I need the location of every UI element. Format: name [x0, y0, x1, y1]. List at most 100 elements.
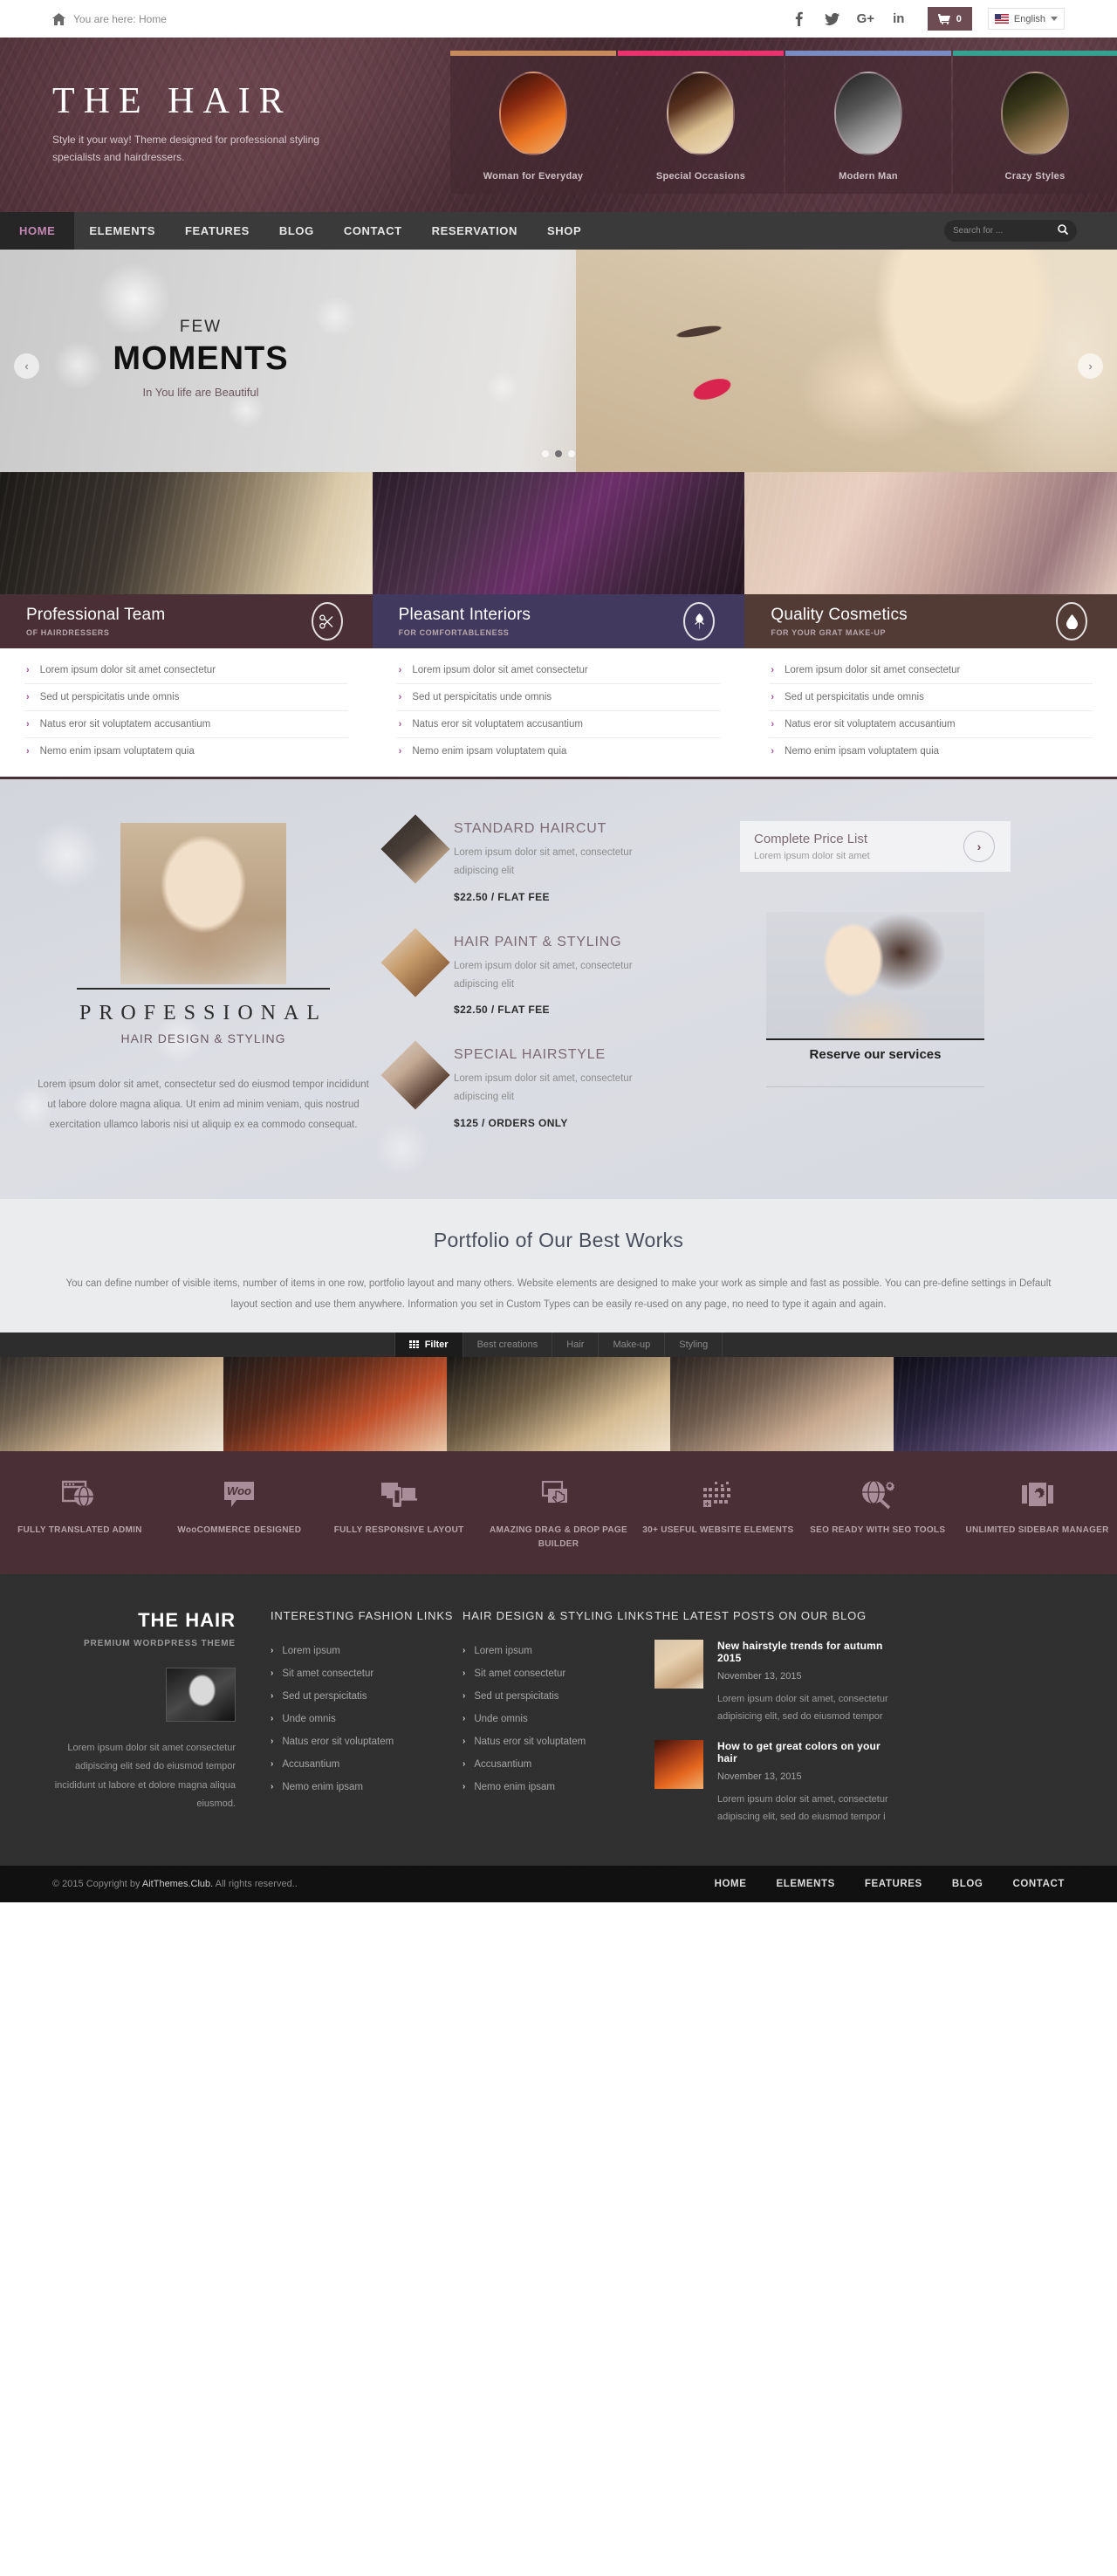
- portfolio-thumb[interactable]: [0, 1356, 223, 1451]
- search-icon[interactable]: [1058, 224, 1069, 237]
- chevron-right-icon: ›: [26, 692, 30, 702]
- footer-blog-post[interactable]: New hairstyle trends for autumn 2015 Nov…: [654, 1639, 899, 1726]
- post-title[interactable]: New hairstyle trends for autumn 2015: [717, 1640, 899, 1664]
- panel-image-interiors[interactable]: [372, 472, 745, 594]
- facebook-icon[interactable]: [783, 0, 816, 38]
- slider-dot-3[interactable]: [568, 450, 575, 457]
- footer-nav-elements[interactable]: ELEMENTS: [776, 1879, 834, 1889]
- search-input[interactable]: [953, 226, 1049, 236]
- price-side-column: Complete Price List Lorem ipsum dolor si…: [740, 802, 1011, 1161]
- twitter-icon[interactable]: [816, 0, 849, 38]
- filter-hair[interactable]: Hair: [552, 1332, 598, 1357]
- footer-nav-contact[interactable]: CONTACT: [1012, 1879, 1065, 1889]
- reserve-label[interactable]: Reserve our services: [740, 1047, 1011, 1062]
- footer-link[interactable]: › Sit amet consectetur: [463, 1662, 654, 1685]
- footer-link[interactable]: › Accusantium: [271, 1753, 463, 1776]
- footer-link[interactable]: › Lorem ipsum: [463, 1640, 654, 1662]
- filter-styling[interactable]: Styling: [664, 1332, 723, 1357]
- filter-make-up[interactable]: Make-up: [598, 1332, 664, 1357]
- footer-link[interactable]: › Sed ut perspicitatis: [463, 1685, 654, 1708]
- service-item-standard-haircut[interactable]: STANDARD HAIRCUT Lorem ipsum dolor sit a…: [380, 814, 740, 903]
- footer-link[interactable]: › Natus eror sit voluptatem: [463, 1730, 654, 1753]
- service-bar-subtitle: FOR YOUR GRAT MAKE-UP: [771, 628, 887, 637]
- service-bar-pleasant-interiors[interactable]: Pleasant Interiors FOR COMFORTABLENESS: [372, 594, 745, 648]
- complete-price-list-card[interactable]: Complete Price List Lorem ipsum dolor si…: [740, 821, 1011, 872]
- portfolio-thumb[interactable]: [894, 1356, 1117, 1451]
- list-item[interactable]: › Lorem ipsum dolor sit amet consectetur: [769, 657, 1093, 684]
- list-item[interactable]: › Natus eror sit voluptatem accusantium: [769, 711, 1093, 738]
- nav-item-reservation[interactable]: RESERVATION: [417, 212, 532, 250]
- list-item[interactable]: › Nemo enim ipsam voluptatem quia: [769, 738, 1093, 764]
- list-item[interactable]: › Nemo enim ipsam voluptatem quia: [397, 738, 721, 764]
- service-item-special-hairstyle[interactable]: SPECIAL HAIRSTYLE Lorem ipsum dolor sit …: [380, 1040, 740, 1129]
- feature-list-column-1: › Lorem ipsum dolor sit amet consectetur …: [0, 657, 373, 764]
- slider-dot-1[interactable]: [542, 450, 549, 457]
- category-card-special-occasions[interactable]: Special Occasions: [618, 51, 784, 194]
- footer-link-label: Natus eror sit voluptatem: [474, 1736, 586, 1747]
- list-item[interactable]: › Sed ut perspicitatis unde omnis: [396, 684, 721, 711]
- hero-title: MOMENTS: [113, 340, 289, 377]
- footer-nav-home[interactable]: HOME: [715, 1879, 747, 1889]
- service-bar-professional-team[interactable]: Professional Team OF HAIRDRESSERS: [0, 594, 373, 648]
- footer-link[interactable]: › Sed ut perspicitatis: [271, 1685, 463, 1708]
- panel-image-team[interactable]: [0, 472, 373, 594]
- price-section: PROFESSIONAL HAIR DESIGN & STYLING Lorem…: [0, 779, 1117, 1199]
- footer-nav-blog[interactable]: BLOG: [952, 1879, 983, 1889]
- list-item[interactable]: › Natus eror sit voluptatem accusantium: [24, 711, 348, 738]
- list-item-label: Sed ut perspicitatis unde omnis: [39, 692, 180, 702]
- slider-next-button[interactable]: ›: [1078, 353, 1103, 379]
- language-selector[interactable]: English: [987, 8, 1065, 30]
- slider-prev-button[interactable]: ‹: [14, 353, 39, 379]
- footer-column-heading: HAIR DESIGN & STYLING LINKS: [463, 1608, 654, 1622]
- footer-link[interactable]: › Unde omnis: [271, 1708, 463, 1730]
- nav-item-features[interactable]: FEATURES: [170, 212, 264, 250]
- list-item[interactable]: › Sed ut perspicitatis unde omnis: [24, 684, 348, 711]
- category-card-crazy-styles[interactable]: Crazy Styles: [953, 51, 1117, 194]
- logo-block[interactable]: THE HAIR Style it your way! Theme design…: [52, 83, 340, 167]
- footer-link[interactable]: › Natus eror sit voluptatem: [271, 1730, 463, 1753]
- divider: [766, 1086, 984, 1087]
- copyright-brand[interactable]: AitThemes.Club.: [142, 1879, 213, 1889]
- footer-link[interactable]: › Unde omnis: [463, 1708, 654, 1730]
- list-item[interactable]: › Nemo enim ipsam voluptatem quia: [24, 738, 348, 764]
- footer-nav-features[interactable]: FEATURES: [865, 1879, 922, 1889]
- nav-item-blog[interactable]: BLOG: [264, 212, 329, 250]
- nav-item-home[interactable]: HOME: [0, 212, 75, 250]
- footer-link[interactable]: › Lorem ipsum: [271, 1640, 463, 1662]
- list-item[interactable]: › Sed ut perspicitatis unde omnis: [769, 684, 1093, 711]
- service-bar-subtitle: FOR COMFORTABLENESS: [398, 628, 510, 637]
- filter-button[interactable]: Filter: [394, 1332, 463, 1357]
- portfolio-thumb[interactable]: [447, 1356, 670, 1451]
- footer-link[interactable]: › Sit amet consectetur: [271, 1662, 463, 1685]
- cart-button[interactable]: 0: [927, 7, 972, 31]
- nav-item-contact[interactable]: CONTACT: [329, 212, 417, 250]
- service-bar-quality-cosmetics[interactable]: Quality Cosmetics FOR YOUR GRAT MAKE-UP: [744, 594, 1117, 648]
- portfolio-thumb[interactable]: [670, 1356, 894, 1451]
- chevron-right-icon[interactable]: ›: [963, 831, 995, 862]
- linkedin-icon[interactable]: in: [882, 0, 915, 38]
- panel-image-cosmetics[interactable]: [744, 472, 1117, 594]
- footer-blog-post[interactable]: How to get great colors on your hair Nov…: [654, 1739, 899, 1826]
- category-card-modern-man[interactable]: Modern Man: [785, 51, 951, 194]
- footer-link[interactable]: › Nemo enim ipsam: [463, 1776, 654, 1798]
- filter-best-creations[interactable]: Best creations: [462, 1332, 552, 1357]
- category-accent-bar: [450, 51, 616, 56]
- search-box[interactable]: [944, 220, 1077, 242]
- post-title[interactable]: How to get great colors on your hair: [717, 1740, 899, 1764]
- nav-item-elements[interactable]: ELEMENTS: [74, 212, 170, 250]
- slider-dot-2[interactable]: [555, 450, 562, 457]
- service-item-hair-paint-styling[interactable]: HAIR PAINT & STYLING Lorem ipsum dolor s…: [380, 927, 740, 1016]
- footer-link[interactable]: › Accusantium: [463, 1753, 654, 1776]
- category-thumb: [667, 72, 735, 155]
- list-item[interactable]: › Natus eror sit voluptatem accusantium: [396, 711, 721, 738]
- google-plus-icon[interactable]: G+: [849, 0, 882, 38]
- portfolio-thumb[interactable]: [223, 1356, 447, 1451]
- list-item[interactable]: › Lorem ipsum dolor sit amet consectetur: [24, 657, 348, 684]
- category-card-woman-for-everyday[interactable]: Woman for Everyday: [450, 51, 616, 194]
- list-item[interactable]: › Lorem ipsum dolor sit amet consectetur: [396, 657, 721, 684]
- copyright: © 2015 Copyright by AitThemes.Club. All …: [52, 1879, 298, 1889]
- feature-list-column-3: › Lorem ipsum dolor sit amet consectetur …: [744, 657, 1117, 764]
- nav-item-shop[interactable]: SHOP: [532, 212, 596, 250]
- footer-link[interactable]: › Nemo enim ipsam: [271, 1776, 463, 1798]
- chevron-right-icon: ›: [398, 746, 402, 757]
